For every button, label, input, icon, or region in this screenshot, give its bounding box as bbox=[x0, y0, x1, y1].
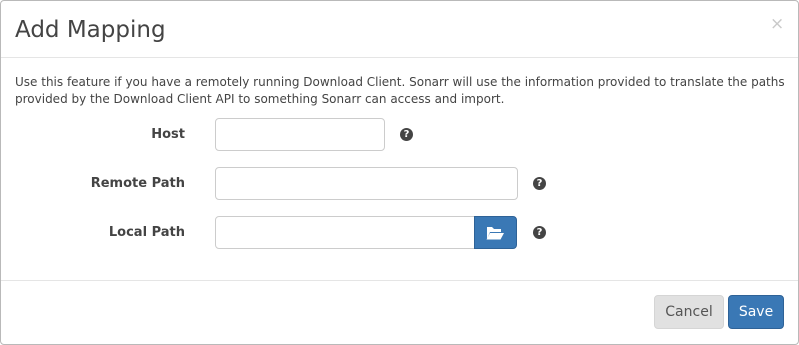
host-input[interactable] bbox=[215, 118, 385, 151]
modal-title: Add Mapping bbox=[15, 17, 166, 43]
description-text: Use this feature if you have a remotely … bbox=[15, 75, 785, 106]
close-icon[interactable]: × bbox=[770, 15, 784, 33]
browse-folder-button[interactable] bbox=[474, 216, 517, 249]
modal-header: Add Mapping × bbox=[1, 1, 798, 58]
folder-open-icon bbox=[486, 227, 504, 240]
add-mapping-modal: Add Mapping × Use this feature if you ha… bbox=[0, 0, 799, 345]
save-button[interactable]: Save bbox=[728, 295, 784, 329]
host-help-icon[interactable]: ? bbox=[400, 128, 413, 141]
host-label: Host bbox=[151, 127, 185, 142]
local-path-label: Local Path bbox=[108, 225, 185, 240]
remote-path-help-icon[interactable]: ? bbox=[533, 177, 546, 190]
remote-path-input[interactable] bbox=[215, 167, 518, 200]
remote-path-label: Remote Path bbox=[90, 176, 185, 191]
local-path-input[interactable] bbox=[215, 216, 475, 249]
modal-footer: Cancel Save bbox=[1, 280, 798, 344]
local-path-help-icon[interactable]: ? bbox=[533, 226, 546, 239]
cancel-button[interactable]: Cancel bbox=[654, 295, 724, 329]
